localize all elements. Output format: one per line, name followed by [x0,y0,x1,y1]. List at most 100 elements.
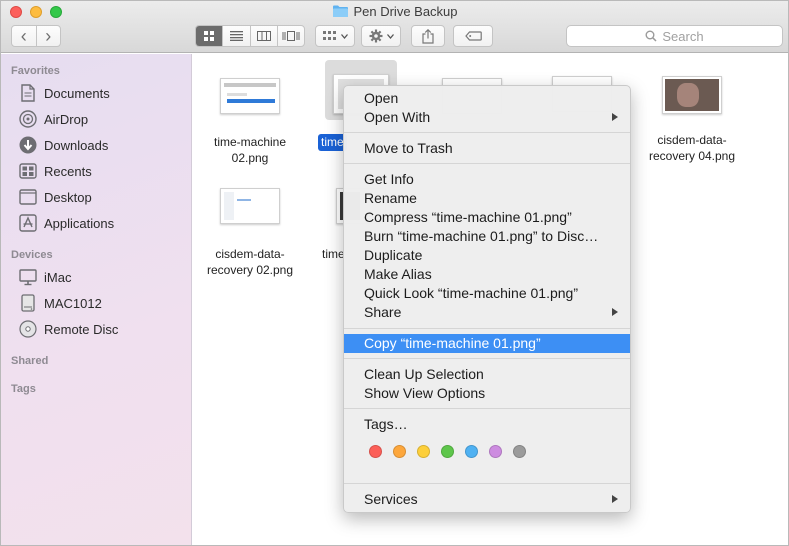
tags-heading: Tags [11,383,36,395]
sidebar-item-imac[interactable]: iMac [18,266,71,288]
submenu-arrow-icon [612,308,618,316]
menu-item-label: Share [364,304,402,320]
menu-item-compress[interactable]: Compress “time-machine 01.png” [344,208,630,227]
menu-separator [344,408,630,409]
file-item[interactable]: cisdem-data-recovery 04.png [637,76,747,164]
toolbar: Pen Drive Backup ‹ › Search [1,1,788,53]
menu-separator [344,358,630,359]
menu-separator [344,328,630,329]
devices-heading: Devices [11,249,53,261]
file-thumbnail [220,188,280,224]
menu-separator [344,163,630,164]
menu-item-clean-up-selection[interactable]: Clean Up Selection [344,365,630,384]
sidebar-item-label: Desktop [44,189,92,205]
icon-view-icon [203,30,214,41]
file-name: time-machine 02.png [213,135,287,165]
sidebar-item-applications[interactable]: Applications [18,212,114,234]
finder-window: Pen Drive Backup ‹ › Search Favorites Do… [0,0,789,546]
icon-view-button[interactable] [196,26,224,46]
recents-icon [18,162,38,180]
sidebar-item-label: Applications [44,215,115,231]
sidebar-item-remote-disc[interactable]: Remote Disc [18,318,118,340]
tag-color-red[interactable] [369,445,382,458]
share-button[interactable] [411,25,445,47]
tag-color-gray[interactable] [513,445,526,458]
menu-item-rename[interactable]: Rename [344,189,630,208]
sidebar-item-label: Downloads [44,137,109,153]
imac-icon [18,268,38,286]
list-view-button[interactable] [223,26,251,46]
action-button[interactable] [361,25,401,47]
documents-icon [18,84,38,102]
column-view-icon [256,31,271,41]
gear-icon [369,29,382,43]
menu-item-copy[interactable]: Copy “time-machine 01.png” [344,334,630,353]
menu-item-duplicate[interactable]: Duplicate [344,246,630,265]
downloads-icon [18,136,38,154]
folder-icon [333,5,349,17]
search-icon [645,30,657,42]
cover-flow-view-button[interactable] [278,26,304,46]
favorites-heading: Favorites [11,65,60,77]
window-title: Pen Drive Backup [1,4,788,19]
disc-icon [18,320,38,338]
search-field[interactable]: Search [566,25,783,47]
menu-item-label: Open With [364,109,431,125]
sidebar-item-recents[interactable]: Recents [18,160,92,182]
context-menu: Open Open With Move to Trash Get Info Re… [343,85,631,513]
menu-item-show-view-options[interactable]: Show View Options [344,384,630,403]
drive-icon [18,294,38,312]
shared-heading: Shared [11,355,49,367]
sidebar-item-desktop[interactable]: Desktop [18,186,92,208]
file-thumbnail [220,78,280,114]
share-icon [422,28,434,44]
menu-separator [344,483,630,484]
file-thumbnail [662,76,722,114]
sidebar-item-airdrop[interactable]: AirDrop [18,108,88,130]
sidebar-item-label: AirDrop [44,111,89,127]
sidebar-item-label: iMac [44,269,72,285]
submenu-arrow-icon [612,495,618,503]
tag-color-yellow[interactable] [417,445,430,458]
menu-item-open-with[interactable]: Open With [344,108,630,127]
sidebar-item-label: Remote Disc [44,321,119,337]
tag-icon [464,31,482,41]
menu-item-move-to-trash[interactable]: Move to Trash [344,139,630,158]
menu-separator [344,132,630,133]
back-button[interactable]: ‹ [12,26,37,46]
tag-color-blue[interactable] [465,445,478,458]
desktop-icon [18,188,38,206]
list-view-icon [229,31,243,41]
menu-item-tags[interactable]: Tags… [344,415,630,434]
tag-color-purple[interactable] [489,445,502,458]
menu-item-open[interactable]: Open [344,89,630,108]
cover-flow-icon [282,31,300,41]
menu-item-get-info[interactable]: Get Info [344,170,630,189]
arrange-button[interactable] [315,25,355,47]
file-name: cisdem-data-recovery 02.png [206,247,294,277]
sidebar: Favorites Documents AirDrop Downloads Re… [1,54,192,545]
sidebar-item-documents[interactable]: Documents [18,82,110,104]
sidebar-item-label: Documents [44,85,110,101]
window-title-text: Pen Drive Backup [353,4,458,19]
menu-item-label: Services [364,491,418,507]
arrange-icon [322,31,336,40]
tag-color-green[interactable] [441,445,454,458]
tags-button[interactable] [453,25,493,47]
sidebar-item-downloads[interactable]: Downloads [18,134,108,156]
menu-item-make-alias[interactable]: Make Alias [344,265,630,284]
back-forward-control: ‹ › [11,25,61,47]
file-item[interactable]: time-machine 02.png [195,78,305,166]
menu-item-services[interactable]: Services [344,490,630,509]
file-item[interactable]: cisdem-data-recovery 02.png [195,188,305,278]
chevron-down-icon [386,33,394,39]
sidebar-item-mac1012[interactable]: MAC1012 [18,292,102,314]
submenu-arrow-icon [612,113,618,121]
menu-item-quick-look[interactable]: Quick Look “time-machine 01.png” [344,284,630,303]
menu-item-share[interactable]: Share [344,303,630,322]
forward-button[interactable]: › [37,26,61,46]
column-view-button[interactable] [251,26,278,46]
menu-item-burn[interactable]: Burn “time-machine 01.png” to Disc… [344,227,630,246]
applications-icon [18,214,38,232]
tag-color-orange[interactable] [393,445,406,458]
